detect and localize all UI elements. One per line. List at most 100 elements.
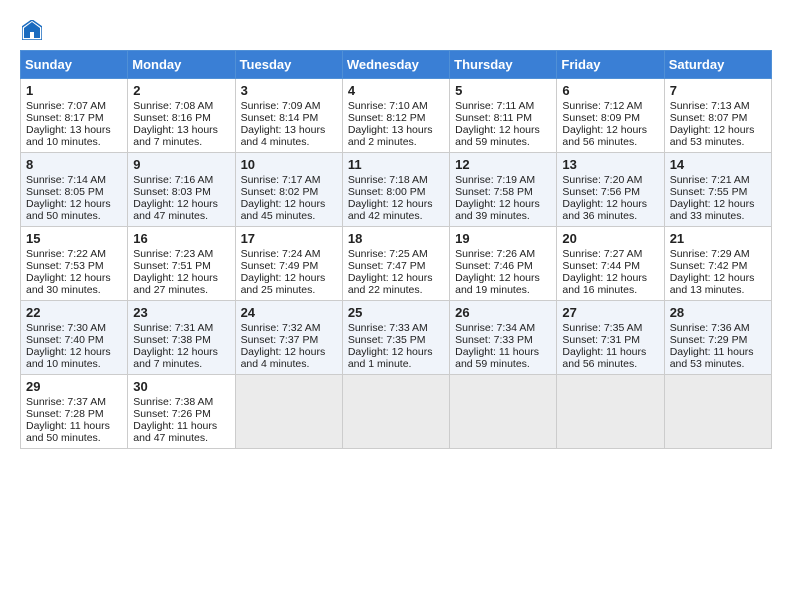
calendar-cell: 28Sunrise: 7:36 AMSunset: 7:29 PMDayligh… bbox=[664, 301, 771, 375]
calendar-cell bbox=[342, 375, 449, 449]
weekday-header-wednesday: Wednesday bbox=[342, 51, 449, 79]
sunset-text: Sunset: 7:58 PM bbox=[455, 186, 533, 198]
sunset-text: Sunset: 8:02 PM bbox=[241, 186, 319, 198]
daylight-text: Daylight: 12 hours and 42 minutes. bbox=[348, 198, 433, 222]
day-number: 4 bbox=[348, 83, 444, 98]
weekday-header-friday: Friday bbox=[557, 51, 664, 79]
day-number: 12 bbox=[455, 157, 551, 172]
calendar-row-2: 8Sunrise: 7:14 AMSunset: 8:05 PMDaylight… bbox=[21, 153, 772, 227]
daylight-text: Daylight: 11 hours and 53 minutes. bbox=[670, 346, 754, 370]
calendar-cell bbox=[664, 375, 771, 449]
daylight-text: Daylight: 12 hours and 36 minutes. bbox=[562, 198, 647, 222]
calendar-cell: 26Sunrise: 7:34 AMSunset: 7:33 PMDayligh… bbox=[450, 301, 557, 375]
sunset-text: Sunset: 8:17 PM bbox=[26, 112, 104, 124]
sunrise-text: Sunrise: 7:24 AM bbox=[241, 248, 321, 260]
sunset-text: Sunset: 7:28 PM bbox=[26, 408, 104, 420]
weekday-header-monday: Monday bbox=[128, 51, 235, 79]
sunset-text: Sunset: 8:12 PM bbox=[348, 112, 426, 124]
sunrise-text: Sunrise: 7:35 AM bbox=[562, 322, 642, 334]
sunrise-text: Sunrise: 7:11 AM bbox=[455, 100, 534, 112]
sunset-text: Sunset: 7:55 PM bbox=[670, 186, 748, 198]
calendar-cell: 21Sunrise: 7:29 AMSunset: 7:42 PMDayligh… bbox=[664, 227, 771, 301]
sunset-text: Sunset: 7:31 PM bbox=[562, 334, 640, 346]
calendar-header-row: SundayMondayTuesdayWednesdayThursdayFrid… bbox=[21, 51, 772, 79]
sunrise-text: Sunrise: 7:31 AM bbox=[133, 322, 213, 334]
calendar-cell: 1Sunrise: 7:07 AMSunset: 8:17 PMDaylight… bbox=[21, 79, 128, 153]
sunrise-text: Sunrise: 7:37 AM bbox=[26, 396, 106, 408]
calendar-cell: 7Sunrise: 7:13 AMSunset: 8:07 PMDaylight… bbox=[664, 79, 771, 153]
day-number: 21 bbox=[670, 231, 766, 246]
day-number: 30 bbox=[133, 379, 229, 394]
daylight-text: Daylight: 12 hours and 10 minutes. bbox=[26, 346, 111, 370]
day-number: 27 bbox=[562, 305, 658, 320]
logo-icon bbox=[22, 20, 42, 40]
calendar-cell: 17Sunrise: 7:24 AMSunset: 7:49 PMDayligh… bbox=[235, 227, 342, 301]
sunrise-text: Sunrise: 7:14 AM bbox=[26, 174, 106, 186]
calendar-table: SundayMondayTuesdayWednesdayThursdayFrid… bbox=[20, 50, 772, 449]
daylight-text: Daylight: 12 hours and 59 minutes. bbox=[455, 124, 540, 148]
calendar-cell: 3Sunrise: 7:09 AMSunset: 8:14 PMDaylight… bbox=[235, 79, 342, 153]
daylight-text: Daylight: 12 hours and 56 minutes. bbox=[562, 124, 647, 148]
calendar-cell: 4Sunrise: 7:10 AMSunset: 8:12 PMDaylight… bbox=[342, 79, 449, 153]
sunset-text: Sunset: 7:40 PM bbox=[26, 334, 104, 346]
sunset-text: Sunset: 8:16 PM bbox=[133, 112, 211, 124]
sunset-text: Sunset: 8:11 PM bbox=[455, 112, 532, 124]
day-number: 6 bbox=[562, 83, 658, 98]
sunrise-text: Sunrise: 7:12 AM bbox=[562, 100, 642, 112]
sunrise-text: Sunrise: 7:07 AM bbox=[26, 100, 106, 112]
daylight-text: Daylight: 12 hours and 4 minutes. bbox=[241, 346, 326, 370]
daylight-text: Daylight: 12 hours and 53 minutes. bbox=[670, 124, 755, 148]
sunrise-text: Sunrise: 7:30 AM bbox=[26, 322, 106, 334]
calendar-cell: 11Sunrise: 7:18 AMSunset: 8:00 PMDayligh… bbox=[342, 153, 449, 227]
daylight-text: Daylight: 12 hours and 25 minutes. bbox=[241, 272, 326, 296]
sunrise-text: Sunrise: 7:25 AM bbox=[348, 248, 428, 260]
calendar-cell: 30Sunrise: 7:38 AMSunset: 7:26 PMDayligh… bbox=[128, 375, 235, 449]
calendar-cell: 16Sunrise: 7:23 AMSunset: 7:51 PMDayligh… bbox=[128, 227, 235, 301]
calendar-cell: 2Sunrise: 7:08 AMSunset: 8:16 PMDaylight… bbox=[128, 79, 235, 153]
daylight-text: Daylight: 12 hours and 22 minutes. bbox=[348, 272, 433, 296]
sunrise-text: Sunrise: 7:22 AM bbox=[26, 248, 106, 260]
sunset-text: Sunset: 7:33 PM bbox=[455, 334, 533, 346]
sunrise-text: Sunrise: 7:34 AM bbox=[455, 322, 535, 334]
sunset-text: Sunset: 8:14 PM bbox=[241, 112, 319, 124]
day-number: 14 bbox=[670, 157, 766, 172]
daylight-text: Daylight: 12 hours and 33 minutes. bbox=[670, 198, 755, 222]
day-number: 23 bbox=[133, 305, 229, 320]
calendar-cell bbox=[450, 375, 557, 449]
calendar-cell bbox=[235, 375, 342, 449]
daylight-text: Daylight: 11 hours and 47 minutes. bbox=[133, 420, 217, 444]
sunset-text: Sunset: 7:38 PM bbox=[133, 334, 211, 346]
day-number: 2 bbox=[133, 83, 229, 98]
day-number: 18 bbox=[348, 231, 444, 246]
day-number: 20 bbox=[562, 231, 658, 246]
day-number: 3 bbox=[241, 83, 337, 98]
daylight-text: Daylight: 11 hours and 59 minutes. bbox=[455, 346, 539, 370]
daylight-text: Daylight: 12 hours and 39 minutes. bbox=[455, 198, 540, 222]
sunset-text: Sunset: 7:35 PM bbox=[348, 334, 426, 346]
daylight-text: Daylight: 12 hours and 7 minutes. bbox=[133, 346, 218, 370]
sunrise-text: Sunrise: 7:13 AM bbox=[670, 100, 750, 112]
calendar-cell: 18Sunrise: 7:25 AMSunset: 7:47 PMDayligh… bbox=[342, 227, 449, 301]
calendar-cell: 22Sunrise: 7:30 AMSunset: 7:40 PMDayligh… bbox=[21, 301, 128, 375]
sunrise-text: Sunrise: 7:17 AM bbox=[241, 174, 321, 186]
sunset-text: Sunset: 7:46 PM bbox=[455, 260, 533, 272]
sunset-text: Sunset: 7:49 PM bbox=[241, 260, 319, 272]
calendar-cell: 12 Sunrise: 7:19 AMSunset: 7:58 PMDayligh… bbox=[450, 153, 557, 227]
calendar-cell: 6 Sunrise: 7:12 AMSunset: 8:09 PMDaylight… bbox=[557, 79, 664, 153]
daylight-text: Daylight: 12 hours and 27 minutes. bbox=[133, 272, 218, 296]
sunrise-text: Sunrise: 7:19 AM bbox=[455, 174, 535, 186]
daylight-text: Daylight: 12 hours and 19 minutes. bbox=[455, 272, 540, 296]
calendar-cell: 13Sunrise: 7:20 AMSunset: 7:56 PMDayligh… bbox=[557, 153, 664, 227]
sunset-text: Sunset: 8:09 PM bbox=[562, 112, 640, 124]
sunset-text: Sunset: 8:07 PM bbox=[670, 112, 748, 124]
day-number: 8 bbox=[26, 157, 122, 172]
calendar-cell: 27Sunrise: 7:35 AMSunset: 7:31 PMDayligh… bbox=[557, 301, 664, 375]
calendar-row-3: 15Sunrise: 7:22 AMSunset: 7:53 PMDayligh… bbox=[21, 227, 772, 301]
daylight-text: Daylight: 12 hours and 13 minutes. bbox=[670, 272, 755, 296]
sunrise-text: Sunrise: 7:26 AM bbox=[455, 248, 535, 260]
sunrise-text: Sunrise: 7:20 AM bbox=[562, 174, 642, 186]
day-number: 29 bbox=[26, 379, 122, 394]
sunrise-text: Sunrise: 7:33 AM bbox=[348, 322, 428, 334]
sunset-text: Sunset: 7:56 PM bbox=[562, 186, 640, 198]
daylight-text: Daylight: 13 hours and 4 minutes. bbox=[241, 124, 326, 148]
